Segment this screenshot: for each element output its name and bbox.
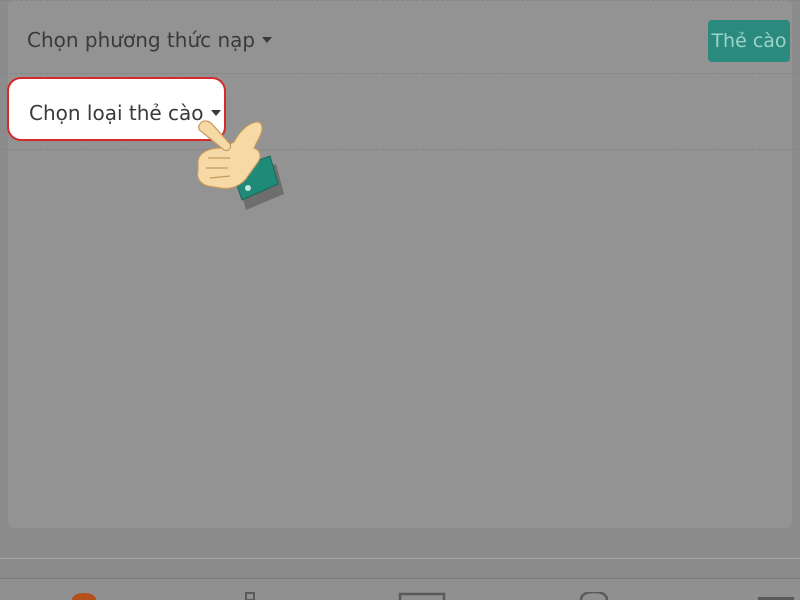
payment-method-dropdown[interactable]: Chọn phương thức nạp [27,28,273,52]
menu-icon[interactable] [756,592,796,600]
scratch-card-tab-button[interactable]: Thẻ cào [708,20,790,62]
card-icon[interactable] [398,592,446,600]
payment-method-row: Chọn phương thức nạp Thẻ cào [0,0,800,74]
payment-method-label: Chọn phương thức nạp [27,28,256,52]
card-type-label: Chọn loại thẻ cào [29,101,204,125]
home-icon[interactable] [68,592,100,600]
bottle-icon[interactable] [240,592,260,600]
screen: Chọn phương thức nạp Thẻ cào Chọn loại t… [0,0,800,600]
caret-down-icon [262,36,273,43]
help-icon[interactable] [578,592,610,600]
pointing-hand-icon [196,120,284,210]
